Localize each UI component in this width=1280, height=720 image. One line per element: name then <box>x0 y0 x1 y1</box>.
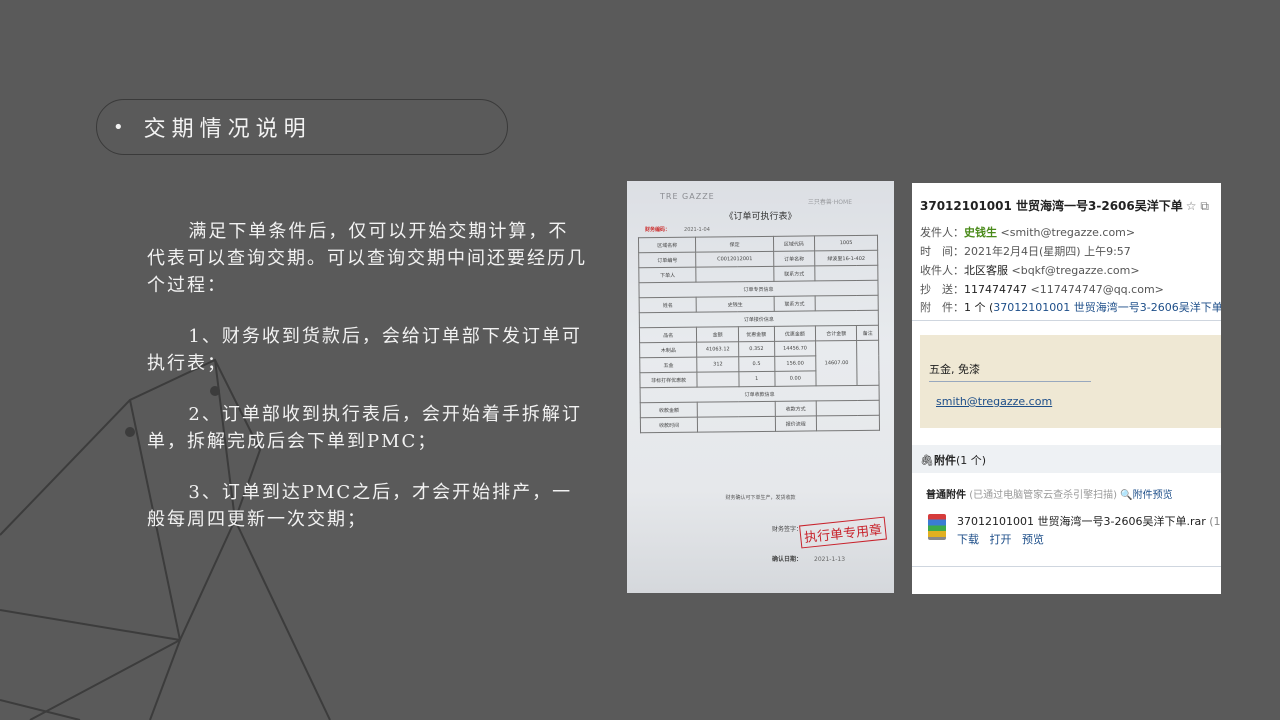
email-from-row: 发件人：史钱生 <smith@tregazze.com> <box>920 226 1136 239</box>
email-time-row: 时 间：2021年2月4日(星期四) 上午9:57 <box>920 245 1131 258</box>
attachment-link[interactable]: 37012101001 世贸海湾一号3-2606吴洋下单.rar <box>993 301 1221 314</box>
email-body: 五金, 免漆 smith@tregazze.com <box>920 335 1221 428</box>
order-form-photo: TRE GAZZE 三只春兽·HOME 《订单可执行表》 财务编码： 2021-1… <box>627 181 894 593</box>
preview-all-button[interactable]: 🔍附件预览 <box>1120 490 1172 501</box>
email-attach-row: 附 件：1 个 (37012101001 世贸海湾一号3-2606吴洋下单.ra… <box>920 299 1221 315</box>
email-screenshot: 37012101001 世贸海湾一号3-2606吴洋下单 ☆ ⧉ 发件人：史钱生 … <box>912 183 1221 594</box>
signature-email-link[interactable]: smith@tregazze.com <box>936 395 1052 408</box>
paperclip-icon: 🖇 <box>920 454 934 467</box>
paragraph-step-3: 3、订单到达PMC之后，才会开始排产，一般每周四更新一次交期； <box>147 482 573 530</box>
preview-button[interactable]: 预览 <box>1022 533 1044 546</box>
footer-divider <box>912 566 1221 567</box>
finance-signature-label: 财务签字： <box>772 526 803 533</box>
signature-separator <box>929 381 1091 382</box>
email-subject: 37012101001 世贸海湾一号3-2606吴洋下单 ☆ ⧉ <box>920 199 1209 213</box>
explanation-text: 满足下单条件后，仅可以开始交期计算，不代表可以查询交期。可以查询交期中间还要经历… <box>147 218 587 557</box>
download-button[interactable]: 下载 <box>957 533 979 546</box>
section-title: 交期情况说明 <box>143 117 312 142</box>
section-title-pill: • 交期情况说明 <box>96 99 508 155</box>
email-message: 五金, 免漆 <box>929 363 980 376</box>
form-table: 区域名称 保定 区域代码 1005 订单编号 C0012012001 订单名称 绿波里16-… <box>638 235 880 434</box>
star-icon[interactable]: ☆ ⧉ <box>1186 199 1209 213</box>
form-title: 《订单可执行表》 <box>724 212 797 222</box>
paragraph-intro: 满足下单条件后，仅可以开始交期计算，不代表可以查询交期。可以查询交期中间还要经历… <box>147 221 587 296</box>
email-cc-row: 抄 送：117474747 <117474747@qq.com> <box>920 283 1164 296</box>
execution-stamp: 执行单专用章 <box>799 516 887 549</box>
open-button[interactable]: 打开 <box>990 533 1012 546</box>
confirm-date: 确认日期： 2021-1-13 <box>772 556 846 563</box>
sender-name[interactable]: 史钱生 <box>964 226 997 239</box>
form-brand: TRE GAZZE <box>660 192 715 201</box>
form-brand-secondary: 三只春兽·HOME <box>807 199 852 206</box>
form-footnote: 财务确认可下单生产，发货收款 <box>725 495 796 501</box>
attachments-header: 🖇附件(1 个) <box>912 445 1221 473</box>
bullet-icon: • <box>113 116 124 138</box>
email-to-row: 收件人：北区客服 <bqkf@tregazze.com> <box>920 264 1140 277</box>
paragraph-step-1: 1、财务收到货款后，会给订单部下发订单可执行表； <box>147 326 582 374</box>
attachment-actions: 下载 打开 预览 <box>957 531 1051 547</box>
search-icon: 🔍 <box>1120 490 1133 501</box>
rar-file-icon <box>928 514 946 540</box>
paragraph-step-2: 2、订单部收到执行表后，会开始着手拆解订单，拆解完成后会下单到PMC； <box>147 404 582 452</box>
normal-attachments-row: 普通附件 (已通过电脑管家云查杀引擎扫描) 🔍附件预览 <box>926 490 1173 501</box>
attachment-file-name: 37012101001 世贸海湾一号3-2606吴洋下单.rar (16.47M… <box>957 515 1221 528</box>
form-meta: 财务编码： 2021-1-04 <box>645 227 710 233</box>
header-divider <box>912 320 1221 321</box>
